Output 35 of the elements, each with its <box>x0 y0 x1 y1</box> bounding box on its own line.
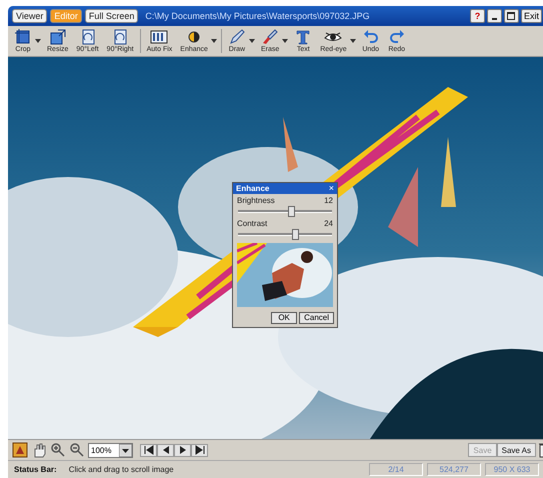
zoom-in-icon[interactable] <box>50 442 66 458</box>
caret-icon[interactable] <box>119 444 132 457</box>
status-label: Status Bar: <box>14 465 57 474</box>
caret-icon[interactable] <box>248 38 255 43</box>
exit-button[interactable]: Exit <box>520 8 542 23</box>
nav-button[interactable] <box>140 444 157 457</box>
caret-icon[interactable] <box>282 38 288 43</box>
caret-icon[interactable] <box>350 38 356 43</box>
maximize-button[interactable] <box>504 8 519 23</box>
crop-icon <box>14 28 32 46</box>
nav-button[interactable] <box>157 444 174 457</box>
app-icon[interactable] <box>12 442 28 458</box>
pencil-icon <box>228 28 246 46</box>
zoom-dropdown[interactable]: 100% <box>88 442 133 458</box>
save-button[interactable]: Save As <box>496 443 536 458</box>
caret-icon[interactable] <box>35 38 41 43</box>
mode-tab[interactable]: Full Screen <box>84 8 138 23</box>
caret-icon[interactable] <box>210 38 217 43</box>
letter-icon <box>294 28 312 46</box>
zoom-out-icon[interactable] <box>69 442 85 458</box>
status-field: 950 X 633 <box>485 463 539 476</box>
nav-button[interactable] <box>174 444 191 457</box>
brush-icon <box>261 28 280 46</box>
mode-tab[interactable]: Viewer <box>12 8 48 23</box>
minimize-button[interactable] <box>486 8 502 23</box>
nav-button[interactable] <box>191 444 208 457</box>
resize-icon <box>48 28 67 46</box>
help-button[interactable]: ? <box>470 8 485 23</box>
last-icon <box>194 444 206 456</box>
status-field: 2/14 <box>369 463 423 476</box>
bars-icon <box>150 28 168 46</box>
status-message: Click and drag to scroll image <box>68 465 174 474</box>
file-path: C:\My Documents\My Pictures\Watersports\097032.JPG <box>145 10 370 21</box>
first-icon <box>142 444 154 456</box>
status-field: 524,277 <box>427 463 481 476</box>
